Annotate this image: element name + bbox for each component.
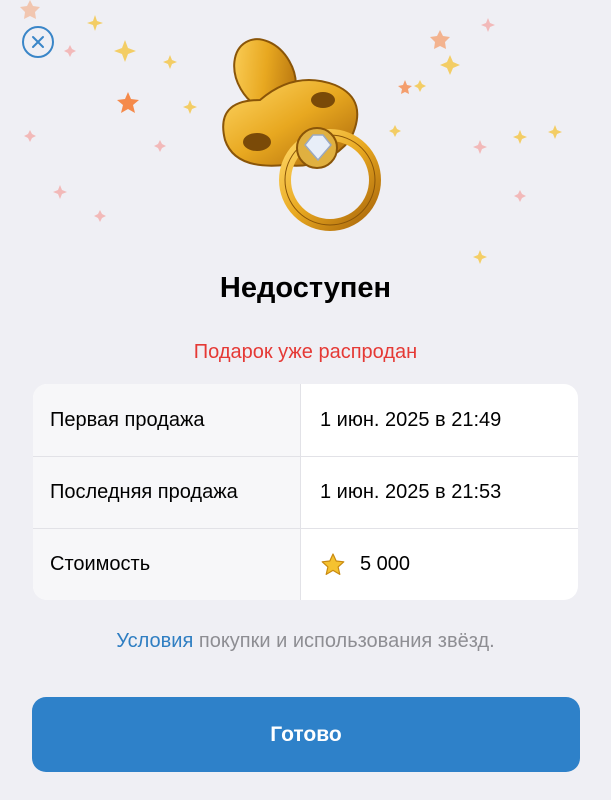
row-value: 1 июн. 2025 в 21:49 bbox=[320, 408, 502, 431]
gift-details-table: Первая продажа 1 июн. 2025 в 21:49 После… bbox=[33, 384, 578, 600]
terms-text: Условия покупки и использования звёзд. bbox=[0, 630, 611, 653]
done-button[interactable]: Готово bbox=[32, 697, 580, 772]
price-value: 5 000 bbox=[301, 529, 578, 600]
terms-rest: покупки и использования звёзд. bbox=[193, 630, 495, 652]
gift-title: Недоступен bbox=[219, 272, 392, 304]
sold-out-status: Подарок уже распродан bbox=[193, 341, 418, 363]
golden-pacifier-icon bbox=[222, 38, 381, 231]
row-label: Последняя продажа bbox=[33, 457, 301, 528]
table-row: Стоимость 5 000 bbox=[33, 528, 578, 600]
row-value: 1 июн. 2025 в 21:53 bbox=[320, 481, 502, 503]
price-amount: 5 000 bbox=[360, 553, 411, 575]
table-row: Первая продажа 1 июн. 2025 в 21:49 bbox=[33, 384, 578, 456]
table-row: Последняя продажа 1 июн. 2025 в 21:53 bbox=[33, 456, 578, 528]
row-label: Первая продажа bbox=[33, 384, 301, 456]
star-icon bbox=[321, 552, 345, 575]
terms-link[interactable]: Условия bbox=[116, 630, 193, 652]
row-label: Стоимость bbox=[33, 529, 301, 600]
